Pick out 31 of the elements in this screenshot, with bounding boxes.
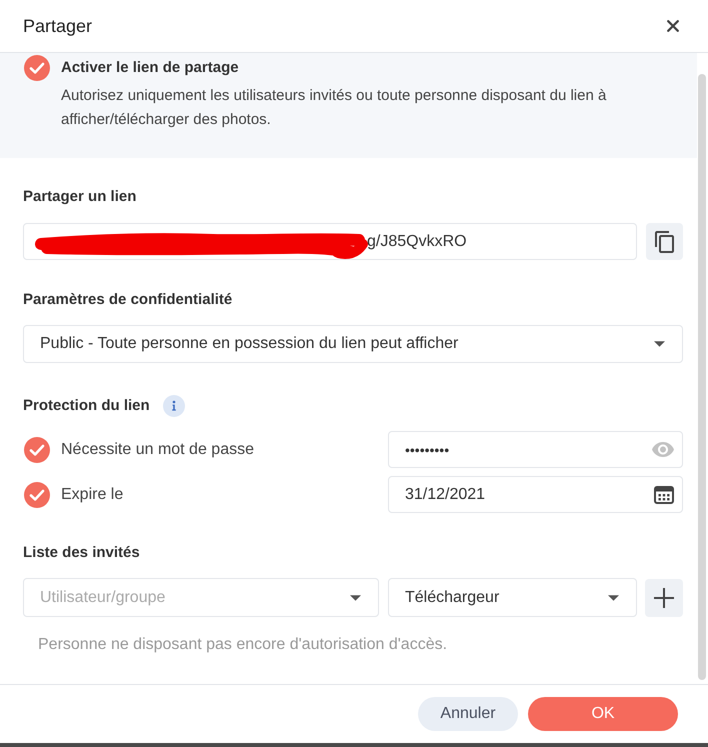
description-text: Autorisez uniquement les utilisateurs invités ou toute personne disposant du lien à afficher/télécharger des photos. bbox=[61, 86, 608, 130]
empty-message: Personne ne disposant pas encore d'autorisation d'accès. bbox=[38, 635, 448, 655]
scrollbar-thumb[interactable] bbox=[698, 74, 706, 680]
copy-button[interactable] bbox=[646, 223, 683, 260]
checkbox-label: Expire le bbox=[61, 486, 124, 504]
checkbox[interactable] bbox=[24, 436, 50, 462]
checkbox[interactable] bbox=[24, 55, 50, 81]
add-button[interactable] bbox=[645, 578, 683, 616]
password-field[interactable]: ••••••••• bbox=[388, 431, 683, 468]
checkbox-label: Activer le lien de partage bbox=[61, 58, 240, 78]
dialog-title: Partager bbox=[23, 16, 92, 36]
checkbox-label: Nécessite un mot de passe bbox=[61, 440, 254, 458]
info-icon[interactable] bbox=[162, 395, 185, 417]
caret-icon bbox=[608, 594, 619, 600]
section-label: Partager un lien bbox=[23, 187, 138, 207]
close-button[interactable] bbox=[666, 19, 680, 33]
plus-icon bbox=[654, 588, 674, 608]
section-label: Paramètres de confidentialité bbox=[23, 290, 234, 310]
date-field[interactable]: 31/12/2021 bbox=[388, 476, 683, 513]
cancel-button[interactable]: Annuler bbox=[418, 697, 518, 731]
checkbox[interactable] bbox=[24, 482, 50, 508]
caret-icon bbox=[654, 341, 665, 347]
privacy-select[interactable]: Public - Toute personne en possession du lien peut afficher bbox=[23, 325, 683, 363]
caret-icon bbox=[350, 594, 361, 600]
calendar-icon[interactable] bbox=[654, 486, 674, 504]
copy-icon bbox=[655, 230, 674, 252]
role-select[interactable]: Téléchargeur bbox=[388, 578, 637, 617]
close-icon bbox=[667, 20, 679, 32]
link-field[interactable]: g/J85QvkxRO bbox=[23, 223, 637, 260]
section-label: Protection du lien bbox=[23, 396, 150, 416]
section-label: Liste des invités bbox=[23, 543, 141, 563]
